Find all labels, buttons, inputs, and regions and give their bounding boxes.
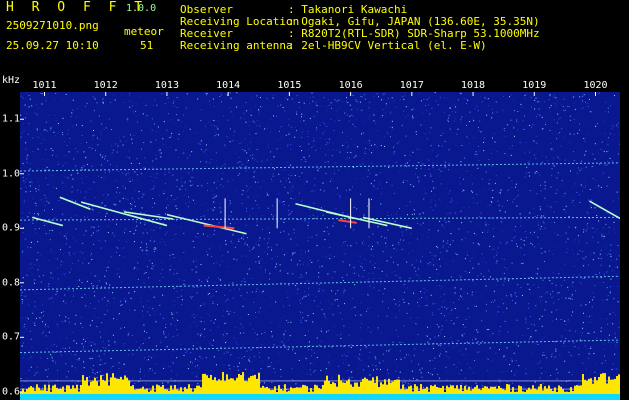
- observation-datetime: 25.09.27 10:10: [6, 39, 99, 52]
- x-tick-label: 1017: [399, 80, 424, 91]
- info-label-antenna: Receiving antenna: [180, 39, 293, 52]
- x-tick-label: 1020: [583, 80, 608, 91]
- meteor-count: 51: [140, 39, 154, 52]
- y-tick-label: 1.1: [2, 113, 21, 125]
- y-tick-label: 0.7: [2, 331, 21, 343]
- app-version: 1.0.0: [126, 3, 157, 14]
- header-panel: H R O F F T 1.0.0 2509271010.png meteor …: [0, 0, 629, 74]
- x-tick-label: 1011: [32, 80, 57, 91]
- x-tick-label: 1016: [338, 80, 363, 91]
- x-tick-label: 1012: [93, 80, 118, 91]
- x-tick-label: 1013: [154, 80, 179, 91]
- x-tick-label: 1014: [216, 80, 241, 91]
- y-tick-label: 1.0: [2, 168, 21, 180]
- y-tick-label: 0.8: [2, 277, 21, 289]
- spectrogram-plot: [20, 92, 620, 400]
- histogram-base: [20, 394, 620, 400]
- y-axis-unit: kHz: [2, 75, 21, 86]
- x-tick-label: 1018: [461, 80, 486, 91]
- image-filename: 2509271010.png: [6, 19, 99, 32]
- meteor-label: meteor: [124, 25, 164, 38]
- y-tick-label: 0.9: [2, 222, 21, 234]
- x-tick-label: 1019: [522, 80, 547, 91]
- y-tick-label: 0.6: [2, 386, 21, 398]
- x-tick-label: 1015: [277, 80, 302, 91]
- info-value-antenna: : 2el-HB9CV Vertical (el. E-W): [288, 39, 487, 52]
